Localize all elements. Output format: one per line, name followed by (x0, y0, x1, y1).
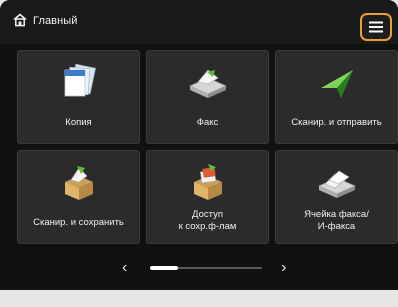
menu-icon (369, 21, 383, 33)
tile-label: Ячейка факса/ И-факса (276, 209, 397, 233)
tile-label: Сканир. и отправить (291, 117, 382, 128)
tile-label-line1: Доступ (192, 209, 223, 220)
tile-access-files[interactable]: Доступ к сохр.ф-лам (146, 150, 269, 244)
tile-label: Сканир. и сохранить (33, 217, 124, 228)
tile-label-line1: Ячейка факса/ (304, 209, 369, 220)
tile-label: Факс (196, 117, 219, 128)
access-files-icon (193, 164, 222, 200)
copy-icon (64, 63, 96, 97)
tile-fax-inbox[interactable]: Ячейка факса/ И-факса (275, 150, 398, 244)
tile-label-line2: к сохр.ф-лам (178, 221, 237, 232)
home-icon (13, 13, 27, 27)
tile-scan-save[interactable]: Сканир. и сохранить (17, 150, 140, 244)
tile-label: Копия (65, 117, 92, 128)
tile-scan-send[interactable]: Сканир. и отправить (275, 50, 398, 144)
scan-save-icon (64, 166, 93, 200)
home-screen: Главный Копия Факс Сканир. и отправить С… (0, 0, 398, 290)
tile-fax[interactable]: Факс (146, 50, 269, 144)
page-navigator: ‹ › (0, 258, 398, 278)
tile-copy[interactable]: Копия (17, 50, 140, 144)
chevron-left-icon[interactable]: ‹ (122, 258, 127, 278)
fax-icon (188, 69, 227, 98)
page-scroll-thumb[interactable] (150, 266, 178, 270)
fax-inbox-icon (317, 170, 356, 198)
top-bar: Главный (0, 0, 398, 44)
tile-label-line2: И-факса (317, 221, 356, 232)
page-title: Главный (33, 15, 78, 27)
tile-label: Доступ к сохр.ф-лам (147, 209, 268, 233)
scan-send-icon (320, 70, 353, 98)
chevron-right-icon[interactable]: › (281, 258, 286, 278)
menu-button[interactable] (360, 13, 392, 41)
